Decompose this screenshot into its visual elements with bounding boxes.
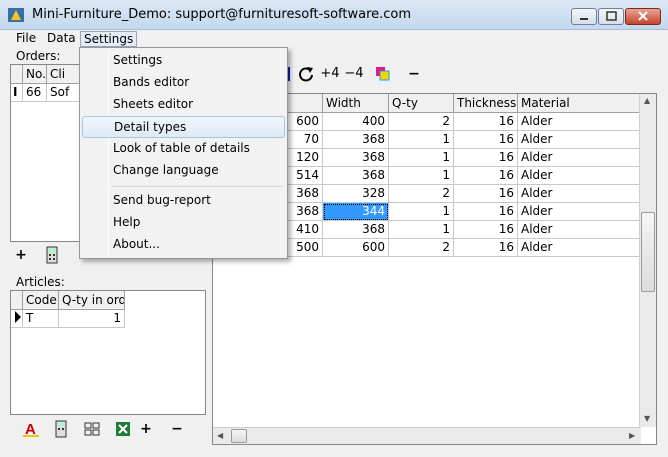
orders-label: Orders:: [16, 49, 61, 63]
details-cell-material[interactable]: Alder: [518, 149, 641, 167]
details-cell-material[interactable]: Alder: [518, 239, 641, 257]
grid-view-icon[interactable]: [83, 420, 101, 438]
details-cell-width[interactable]: 368: [323, 149, 389, 167]
title-bar: Mini-Furniture_Demo: support@furnitureso…: [0, 0, 668, 30]
add-article-button[interactable]: +: [137, 420, 155, 438]
details-cell-width[interactable]: 368: [323, 221, 389, 239]
details-cell-width[interactable]: 344: [323, 203, 389, 221]
orders-row-marker: I: [11, 84, 23, 102]
menu-item-detail-types[interactable]: Detail types: [82, 116, 285, 138]
details-cell-thickness[interactable]: 16: [454, 185, 518, 203]
menu-settings[interactable]: Settings: [80, 31, 138, 47]
menu-item-change-language[interactable]: Change language: [82, 160, 285, 182]
details-cell-thickness[interactable]: 16: [454, 113, 518, 131]
menu-item-bands-editor[interactable]: Bands editor: [82, 72, 285, 94]
close-button[interactable]: [625, 8, 661, 25]
details-cell-width[interactable]: 368: [323, 131, 389, 149]
details-cell-qty[interactable]: 2: [389, 113, 454, 131]
menu-data[interactable]: Data: [44, 31, 79, 47]
details-col-thickness[interactable]: Thickness: [454, 94, 518, 113]
details-cell-qty[interactable]: 2: [389, 185, 454, 203]
scroll-up-icon[interactable]: ▲: [644, 96, 650, 105]
orders-col-no[interactable]: No.: [23, 65, 47, 84]
details-cell-width[interactable]: 328: [323, 185, 389, 203]
vertical-scroll-thumb[interactable]: [641, 212, 655, 292]
details-cell-thickness[interactable]: 16: [454, 203, 518, 221]
details-cell-material[interactable]: Alder: [518, 185, 641, 203]
horizontal-scrollbar[interactable]: ◀ ▶: [213, 427, 641, 444]
details-cell-thickness[interactable]: 16: [454, 131, 518, 149]
articles-row-marker: [11, 310, 23, 328]
excel-icon[interactable]: [114, 420, 132, 438]
details-col-width[interactable]: Width: [323, 94, 389, 113]
articles-label: Articles:: [16, 275, 65, 289]
menu-item-settings[interactable]: Settings: [82, 50, 285, 72]
scroll-down-icon[interactable]: ▼: [644, 414, 650, 423]
details-cell-material[interactable]: Alder: [518, 131, 641, 149]
row-pointer-icon: [15, 311, 21, 323]
articles-cell-code[interactable]: T: [23, 310, 59, 328]
details-cell-thickness[interactable]: 16: [454, 167, 518, 185]
calculator-icon[interactable]: [52, 420, 70, 438]
details-cell-material[interactable]: Alder: [518, 221, 641, 239]
scroll-left-icon[interactable]: ◀: [217, 431, 223, 440]
details-cell-qty[interactable]: 1: [389, 131, 454, 149]
menu-separator: [111, 186, 283, 187]
maximize-button[interactable]: [598, 8, 624, 25]
color-picker-icon[interactable]: [374, 65, 392, 83]
articles-indicator-header: [11, 291, 23, 310]
details-cell-width[interactable]: 600: [323, 239, 389, 257]
vertical-scrollbar[interactable]: ▲ ▼: [639, 94, 656, 427]
details-cell-qty[interactable]: 1: [389, 149, 454, 167]
minimize-button[interactable]: [571, 8, 597, 25]
calculator-icon[interactable]: [43, 246, 61, 264]
menu-item-about[interactable]: About...: [82, 234, 285, 256]
remove-detail-button[interactable]: −: [405, 65, 423, 83]
refresh-icon[interactable]: [297, 65, 315, 83]
minus-four-button[interactable]: −4: [342, 65, 366, 83]
articles-toolbar: A + −: [10, 418, 206, 440]
close-icon: [638, 11, 648, 21]
details-col-qty[interactable]: Q-ty: [389, 94, 454, 113]
maximize-icon: [606, 11, 617, 21]
details-cell-thickness[interactable]: 16: [454, 149, 518, 167]
plus-four-button[interactable]: +4: [318, 65, 342, 83]
details-cell-qty[interactable]: 1: [389, 221, 454, 239]
details-cell-qty[interactable]: 1: [389, 167, 454, 185]
app-icon: [8, 8, 24, 22]
details-col-material[interactable]: Material: [518, 94, 641, 113]
remove-article-button[interactable]: −: [168, 420, 186, 438]
details-cell-material[interactable]: Alder: [518, 113, 641, 131]
details-cell-thickness[interactable]: 16: [454, 239, 518, 257]
articles-table[interactable]: Code Q-ty in order T 1: [10, 290, 206, 415]
menu-item-help[interactable]: Help: [82, 212, 285, 234]
details-cell-material[interactable]: Alder: [518, 167, 641, 185]
orders-cell-no[interactable]: 66: [23, 84, 47, 102]
details-cell-width[interactable]: 400: [323, 113, 389, 131]
menu-file[interactable]: File: [13, 31, 39, 47]
details-cell-thickness[interactable]: 16: [454, 221, 518, 239]
horizontal-scroll-thumb[interactable]: [231, 429, 247, 443]
font-color-icon[interactable]: A: [22, 420, 40, 438]
details-cell-qty[interactable]: 1: [389, 203, 454, 221]
articles-col-qty[interactable]: Q-ty in order: [59, 291, 125, 310]
menu-item-look-of-table[interactable]: Look of table of details: [82, 138, 285, 160]
menu-item-sheets-editor[interactable]: Sheets editor: [82, 94, 285, 116]
articles-cell-qty[interactable]: 1: [59, 310, 125, 328]
menu-item-send-bug-report[interactable]: Send bug-report: [82, 190, 285, 212]
settings-dropdown-menu: Settings Bands editor Sheets editor Deta…: [79, 47, 288, 259]
orders-indicator-header: [11, 65, 23, 84]
details-cell-qty[interactable]: 2: [389, 239, 454, 257]
menu-bar: File Data Settings: [0, 30, 668, 48]
add-order-button[interactable]: +: [12, 246, 30, 264]
minimize-icon: [580, 18, 588, 20]
scroll-right-icon[interactable]: ▶: [629, 431, 635, 440]
details-cell-material[interactable]: Alder: [518, 203, 641, 221]
window-title: Mini-Furniture_Demo: support@furnitureso…: [32, 7, 412, 22]
articles-col-code[interactable]: Code: [23, 291, 59, 310]
details-cell-width[interactable]: 368: [323, 167, 389, 185]
